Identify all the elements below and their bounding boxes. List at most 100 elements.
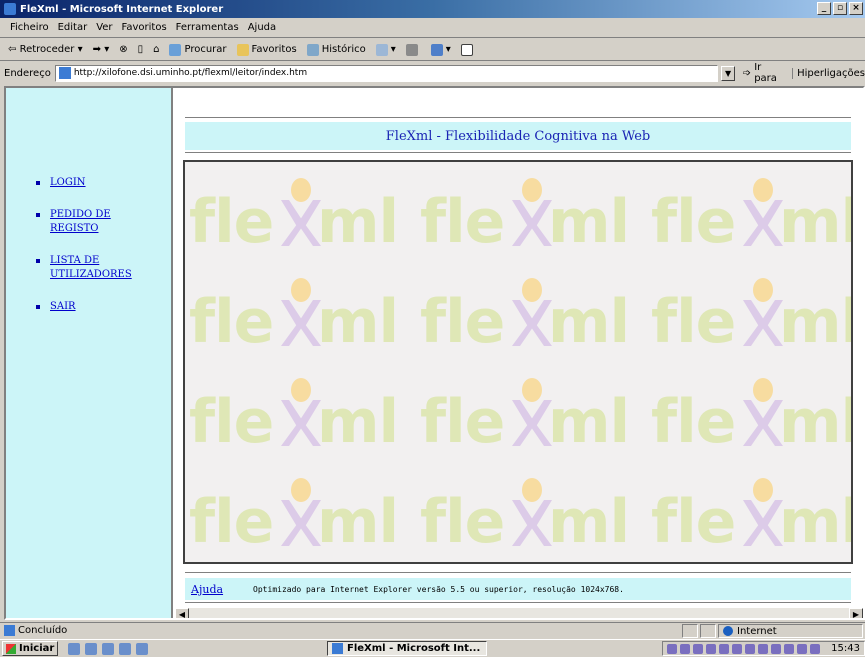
logo-word-left: fle xyxy=(651,487,736,557)
nav-link-lista-utilizadores[interactable]: LISTA DE UTILIZADORES xyxy=(50,254,140,282)
nav-link-sair[interactable]: SAIR xyxy=(50,300,140,314)
tray-icon[interactable] xyxy=(797,643,808,654)
tray-icon[interactable] xyxy=(784,643,795,654)
links-button[interactable]: Hiperligações xyxy=(792,67,865,79)
toolbar: ⇦ Retroceder ▾ ➡ ▾ ⊗ ▯ ⌂ Procurar Favori… xyxy=(0,39,865,61)
nav-item-utilizadores: LISTA DE UTILIZADORES xyxy=(36,254,140,282)
logo-word-right: ml xyxy=(779,387,853,457)
page-icon xyxy=(58,67,71,79)
tray-icon[interactable] xyxy=(810,643,821,654)
address-bar: Endereço http://xilofone.dsi.uminho.pt/f… xyxy=(0,62,865,84)
discuss-icon xyxy=(460,43,473,56)
mail-button[interactable]: ▾ xyxy=(375,43,396,56)
person-figure-icon xyxy=(743,178,783,264)
menu-ajuda[interactable]: Ajuda xyxy=(248,22,276,33)
person-figure-icon xyxy=(512,478,552,562)
flexml-logo-tile: fle ml xyxy=(420,464,650,562)
minimize-button[interactable]: _ xyxy=(817,2,831,15)
nav-list: LOGIN PEDIDO DE REGISTO LISTA DE UTILIZA… xyxy=(36,176,140,332)
nav-item-login: LOGIN xyxy=(36,176,140,190)
nav-item-sair: SAIR xyxy=(36,300,140,314)
logo-word-left: fle xyxy=(420,487,505,557)
page-title: FleXml - Flexibilidade Cognitiva na Web xyxy=(185,122,851,150)
system-tray: 15:43 xyxy=(662,641,865,656)
person-figure-icon xyxy=(512,378,552,464)
divider xyxy=(185,572,851,573)
taskbar: Iniciar FleXml - Microsoft Int... 15:43 xyxy=(0,639,865,657)
tray-icon[interactable] xyxy=(693,643,704,654)
history-button[interactable]: Histórico xyxy=(306,43,366,56)
status-text: Concluído xyxy=(18,625,68,636)
tray-icon[interactable] xyxy=(706,643,717,654)
app-quicklaunch-icon[interactable] xyxy=(136,642,149,655)
address-dropdown-button[interactable]: ▼ xyxy=(721,65,735,81)
ie-icon xyxy=(4,3,16,15)
flexml-logo-tile: fle ml xyxy=(189,264,419,364)
desktop-quicklaunch-icon[interactable] xyxy=(102,642,115,655)
go-arrow-icon: ➩ xyxy=(742,67,752,79)
person-figure-icon xyxy=(281,278,321,364)
logo-word-left: fle xyxy=(651,387,736,457)
nav-link-pedido-registo[interactable]: PEDIDO DE REGISTO xyxy=(50,208,140,236)
start-label: Iniciar xyxy=(19,643,55,654)
bullet-icon xyxy=(36,213,40,217)
menu-ver[interactable]: Ver xyxy=(96,22,112,33)
address-url: http://xilofone.dsi.uminho.pt/flexml/lei… xyxy=(73,68,308,78)
taskbar-item-flexml[interactable]: FleXml - Microsoft Int... xyxy=(327,641,487,656)
edit-button[interactable]: ▾ xyxy=(430,43,451,56)
logo-word-right: ml xyxy=(548,287,630,357)
tray-icon[interactable] xyxy=(745,643,756,654)
refresh-icon: ▯ xyxy=(137,44,144,55)
nav-link-login[interactable]: LOGIN xyxy=(50,176,140,190)
nav-item-registo: PEDIDO DE REGISTO xyxy=(36,208,140,236)
tray-icon[interactable] xyxy=(667,643,678,654)
bullet-icon xyxy=(36,181,40,185)
favorites-button[interactable]: Favoritos xyxy=(236,43,297,56)
word-quicklaunch-icon[interactable] xyxy=(119,642,132,655)
clock: 15:43 xyxy=(831,643,860,654)
tray-icon[interactable] xyxy=(758,643,769,654)
refresh-button[interactable]: ▯ xyxy=(138,44,144,55)
menu-ficheiro[interactable]: Ficheiro xyxy=(10,22,49,33)
bullet-icon xyxy=(36,305,40,309)
divider xyxy=(185,602,851,603)
scroll-left-button[interactable]: ◀ xyxy=(175,608,189,618)
tray-icon[interactable] xyxy=(732,643,743,654)
menu-favoritos[interactable]: Favoritos xyxy=(122,22,167,33)
help-link[interactable]: Ajuda xyxy=(191,583,223,596)
stop-button[interactable]: ⊗ xyxy=(119,44,127,55)
flexml-logo-tile: fle ml xyxy=(189,164,419,264)
back-button[interactable]: ⇦ Retroceder ▾ xyxy=(8,44,83,55)
favorites-icon xyxy=(236,43,249,56)
menu-ferramentas[interactable]: Ferramentas xyxy=(176,22,239,33)
history-label: Histórico xyxy=(321,44,366,55)
logo-word-left: fle xyxy=(189,287,274,357)
home-button[interactable]: ⌂ xyxy=(153,44,159,55)
address-input[interactable]: http://xilofone.dsi.uminho.pt/flexml/lei… xyxy=(54,64,719,82)
logo-word-right: ml xyxy=(317,387,399,457)
favorites-label: Favoritos xyxy=(251,44,297,55)
discuss-button[interactable] xyxy=(460,43,476,56)
horizontal-scrollbar[interactable]: ◀ ▶ xyxy=(175,608,863,618)
scroll-right-button[interactable]: ▶ xyxy=(849,608,863,618)
print-button[interactable] xyxy=(405,43,421,56)
zone-pane: Internet xyxy=(718,624,863,638)
menu-editar[interactable]: Editar xyxy=(58,22,88,33)
outlook-quicklaunch-icon[interactable] xyxy=(85,642,98,655)
search-button[interactable]: Procurar xyxy=(169,43,227,56)
start-button[interactable]: Iniciar xyxy=(2,641,59,656)
task-label: FleXml - Microsoft Int... xyxy=(347,643,481,654)
tray-icon[interactable] xyxy=(680,643,691,654)
tray-icon[interactable] xyxy=(771,643,782,654)
forward-button[interactable]: ➡ ▾ xyxy=(93,44,110,55)
logo-word-right: ml xyxy=(548,187,630,257)
ie-quicklaunch-icon[interactable] xyxy=(68,642,81,655)
tray-icon[interactable] xyxy=(719,643,730,654)
close-button[interactable]: × xyxy=(849,2,863,15)
ie-icon xyxy=(332,643,343,654)
flexml-logo-tile: fle ml xyxy=(651,264,851,364)
go-button[interactable]: ➩ Ir para xyxy=(743,62,784,84)
back-label: Retroceder xyxy=(19,44,75,55)
footer-note: Optimizado para Internet Explorer versão… xyxy=(253,584,624,594)
maximize-button[interactable]: ▫ xyxy=(833,2,847,15)
